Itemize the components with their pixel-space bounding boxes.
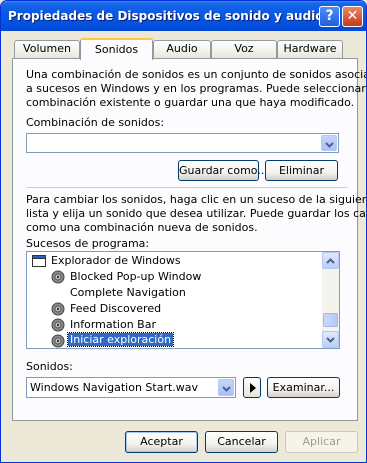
help-icon: ? bbox=[325, 8, 334, 24]
tab-label: Hardware bbox=[283, 42, 337, 55]
scroll-thumb[interactable] bbox=[323, 313, 338, 327]
scroll-down-button[interactable] bbox=[322, 331, 339, 348]
list-item-label: Complete Navigation bbox=[70, 286, 186, 299]
list-item[interactable]: Information Bar bbox=[27, 317, 323, 333]
save-as-button[interactable]: Guardar como... bbox=[178, 160, 268, 181]
sounds-label: Sonidos: bbox=[26, 360, 73, 373]
events-label: Sucesos de programa: bbox=[26, 237, 150, 250]
chevron-down-icon bbox=[325, 142, 334, 148]
tab-label: Sonidos bbox=[94, 43, 139, 56]
accept-button[interactable]: Aceptar bbox=[125, 431, 198, 453]
events-listbox[interactable]: Explorador de Windows Blocked Pop-up Win… bbox=[26, 251, 340, 349]
chevron-up-icon bbox=[326, 258, 335, 264]
intro-text-line: combinación existente o guardar una que … bbox=[26, 96, 355, 109]
tab-sonidos[interactable]: Sonidos bbox=[80, 38, 153, 60]
tab-voz[interactable]: Voz bbox=[211, 40, 277, 58]
list-item-selected[interactable]: Iniciar exploración bbox=[27, 332, 323, 348]
browse-button[interactable]: Examinar... bbox=[267, 377, 340, 398]
tab-label: Voz bbox=[234, 42, 254, 55]
sound-dropdown-button[interactable] bbox=[218, 379, 234, 396]
list-item[interactable]: Blocked Pop-up Window bbox=[27, 269, 323, 285]
dialog-window: Propiedades de Dispositivos de sonido y … bbox=[0, 0, 367, 463]
window-title: Propiedades de Dispositivos de sonido y … bbox=[8, 9, 324, 23]
intro-text-line: a sucesos en Windows y en los programas.… bbox=[26, 82, 367, 95]
separator bbox=[26, 187, 348, 188]
tab-label: Audio bbox=[166, 42, 198, 55]
tab-hardware[interactable]: Hardware bbox=[277, 40, 343, 58]
scheme-combobox[interactable] bbox=[26, 133, 339, 153]
list-item[interactable]: Complete Navigation bbox=[27, 285, 323, 301]
events-scrollbar[interactable] bbox=[322, 252, 339, 348]
list-item-label: Feed Discovered bbox=[70, 302, 162, 315]
change-text-line: lista y elija un sonido que desea utiliz… bbox=[26, 207, 367, 220]
close-button[interactable]: ✕ bbox=[342, 6, 363, 27]
delete-button[interactable]: Eliminar bbox=[265, 160, 338, 181]
list-item-label: Information Bar bbox=[70, 318, 156, 331]
speaker-icon bbox=[51, 302, 65, 316]
help-button[interactable]: ? bbox=[319, 6, 340, 27]
speaker-icon bbox=[51, 318, 65, 332]
intro-text-line: Una combinación de sonidos es un conjunt… bbox=[26, 68, 367, 81]
change-text-line: Para cambiar los sonidos, haga clic en u… bbox=[26, 193, 367, 206]
play-icon bbox=[250, 383, 256, 393]
apply-button[interactable]: Aplicar bbox=[285, 431, 358, 453]
title-bar[interactable]: Propiedades de Dispositivos de sonido y … bbox=[1, 1, 366, 31]
speaker-icon bbox=[51, 334, 65, 348]
sound-file-value: Windows Navigation Start.wav bbox=[30, 381, 199, 394]
speaker-icon bbox=[51, 270, 65, 284]
scroll-up-button[interactable] bbox=[322, 252, 339, 269]
close-icon: ✕ bbox=[346, 8, 359, 24]
chevron-down-icon bbox=[222, 386, 231, 392]
sonidos-panel: Una combinación de sonidos es un conjunt… bbox=[12, 58, 366, 421]
list-item[interactable]: Feed Discovered bbox=[27, 301, 323, 317]
cancel-button[interactable]: Cancelar bbox=[205, 431, 278, 453]
play-button[interactable] bbox=[243, 377, 261, 398]
list-item-label: Explorador de Windows bbox=[51, 254, 181, 267]
tab-volumen[interactable]: Volumen bbox=[14, 40, 80, 58]
tab-strip: Volumen Sonidos Audio Voz Hardware bbox=[1, 38, 366, 60]
list-item[interactable]: Explorador de Windows bbox=[27, 253, 323, 269]
sound-file-combobox[interactable]: Windows Navigation Start.wav bbox=[26, 377, 236, 398]
scheme-label: Combinación de sonidos: bbox=[26, 116, 165, 129]
scheme-dropdown-button[interactable] bbox=[321, 135, 337, 151]
tab-label: Volumen bbox=[23, 42, 71, 55]
window-icon bbox=[32, 255, 46, 267]
list-item-label: Blocked Pop-up Window bbox=[70, 270, 202, 283]
tab-audio[interactable]: Audio bbox=[153, 40, 211, 58]
change-text-line: como una combinación nueva de sonidos. bbox=[26, 221, 258, 234]
chevron-down-icon bbox=[326, 337, 335, 343]
list-item-label: Iniciar exploración bbox=[66, 332, 175, 347]
